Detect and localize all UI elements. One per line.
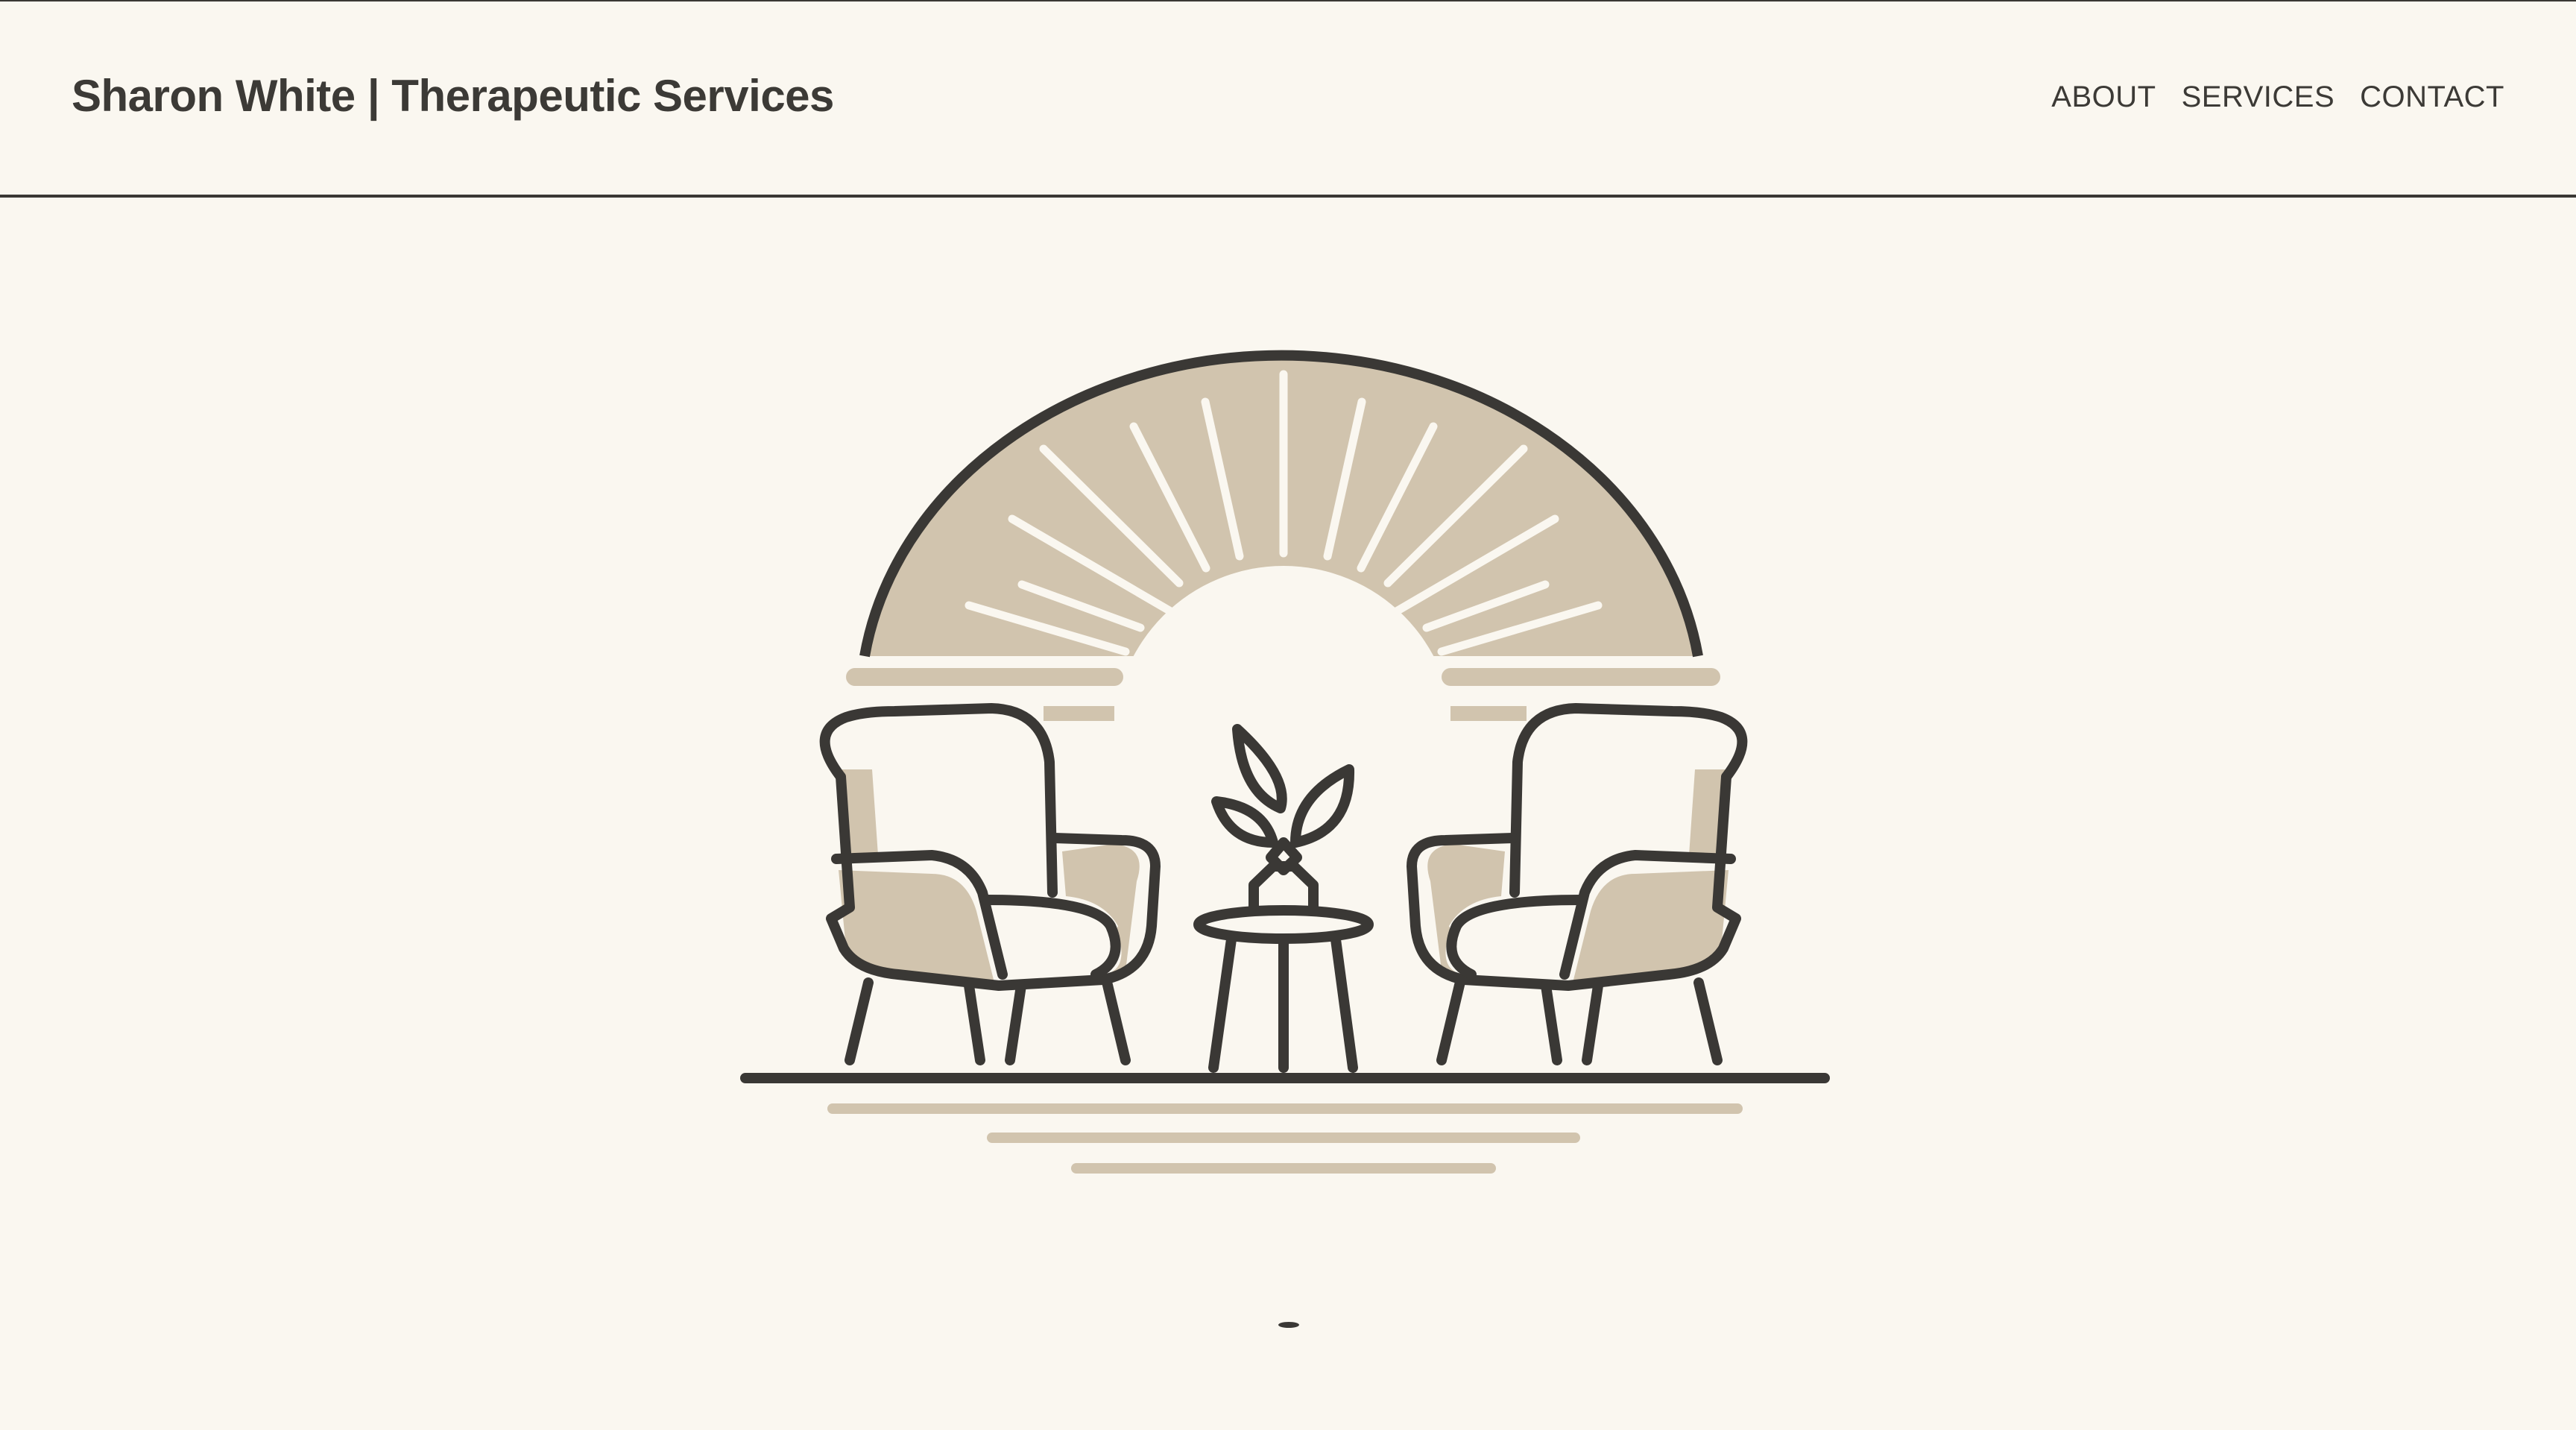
sun-core-icon [1114, 566, 1453, 906]
left-armchair-icon [819, 703, 1161, 1065]
site-title[interactable]: Sharon White | Therapeutic Services [72, 70, 834, 122]
hero-section [0, 198, 2576, 1430]
nav-services[interactable]: SERVICES [2182, 81, 2335, 114]
floor-bars-icon [827, 1103, 1743, 1174]
site-header: Sharon White | Therapeutic Services ABOU… [0, 1, 2576, 198]
therapy-room-illustration [740, 350, 1830, 1174]
main-nav: ABOUT SERVICES CONTACT [2051, 81, 2504, 114]
page: Sharon White | Therapeutic Services ABOU… [0, 0, 2576, 1430]
scroll-indicator-dot [1278, 1322, 1299, 1328]
nav-about[interactable]: ABOUT [2051, 81, 2156, 114]
right-armchair-icon [1407, 703, 1748, 1065]
nav-contact[interactable]: CONTACT [2360, 81, 2504, 114]
